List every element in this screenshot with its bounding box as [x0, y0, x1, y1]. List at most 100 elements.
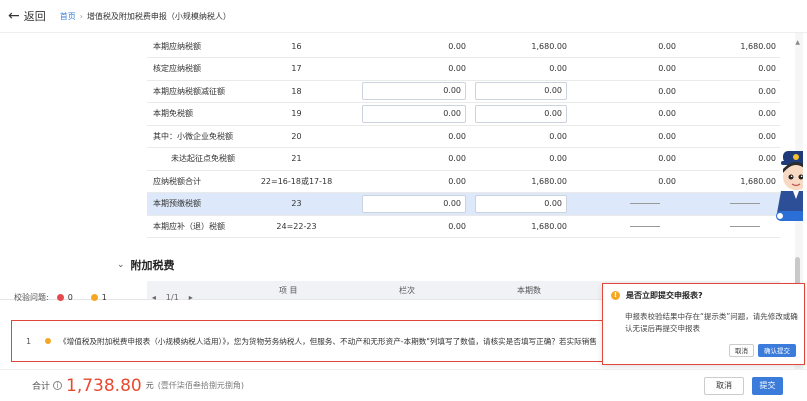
empty-dash [730, 203, 760, 205]
cell-value: 0.00 [470, 147, 571, 171]
cell-input[interactable]: 0.00 [475, 194, 567, 213]
empty-dash [730, 225, 760, 227]
pager-prev-icon[interactable]: ◂ [152, 293, 156, 302]
breadcrumb: 首页 › 增值税及附加税费申报（小规模纳税人） [60, 11, 231, 22]
popup-confirm-button[interactable]: 确认提交 [758, 344, 796, 357]
table-row: 本期免税额 19 0.00 0.00 0.00 0.00 [147, 102, 780, 126]
row-name: 其中：小微企业免税额 [147, 125, 244, 148]
validation-summary-row: 校验问题: 0 1 ◂ 1/1 ▸ [0, 287, 610, 307]
cell-value: 0.00 [680, 57, 780, 81]
row-name: 本期免税额 [147, 102, 244, 126]
row-number: 16 [244, 35, 349, 58]
cell-value: 0.00 [680, 147, 780, 171]
table-row: 其中：小微企业免税额 20 0.00 0.00 0.00 0.00 [147, 125, 780, 148]
row-name: 核定应纳税额 [147, 57, 244, 81]
issue-text: 《增值税及附加税费申报表（小规模纳税人适用）》，您为货物劳务纳税人，但服务、不动… [59, 336, 597, 346]
cell-value: 0.00 [349, 125, 470, 148]
row-number: 17 [244, 57, 349, 81]
info-icon[interactable]: i [53, 381, 63, 390]
breadcrumb-current: 增值税及附加税费申报（小规模纳税人） [86, 11, 231, 21]
submit-button[interactable]: 提交 [752, 377, 783, 395]
table-row-selected: 本期预缴税额 23 0.00 0.00 [147, 192, 780, 216]
pager-next-icon[interactable]: ▸ [189, 293, 193, 302]
cell-value: 0.00 [470, 57, 571, 81]
row-number: 20 [244, 125, 349, 148]
cell-input[interactable]: 0.00 [362, 104, 466, 123]
top-bar: ← 返回 首页 › 增值税及附加税费申报（小规模纳税人） [0, 0, 807, 33]
cell-input[interactable]: 0.00 [362, 82, 466, 101]
table-row: 应纳税额合计 22=16-18或17-18 0.00 1,680.00 0.00… [147, 170, 780, 193]
row-name: 应纳税额合计 [147, 170, 244, 193]
table-row: 本期应纳税额减征额 18 0.00 0.00 0.00 0.00 [147, 80, 780, 103]
cell-value: 0.00 [349, 57, 470, 81]
cell-value: 0.00 [349, 35, 470, 58]
total-unit: 元 [145, 381, 154, 390]
warning-dot-icon [45, 338, 52, 344]
section-header[interactable]: ⌄ 附加税费 [117, 257, 175, 273]
cell-value: 0.00 [571, 102, 680, 126]
row-number: 24=22-23 [244, 215, 349, 238]
issue-number: 1 [26, 336, 32, 346]
cell-value: 0.00 [349, 147, 470, 171]
row-number: 22=16-18或17-18 [244, 170, 349, 193]
cancel-button[interactable]: 取消 [704, 377, 744, 395]
breadcrumb-separator: › [79, 11, 83, 21]
cell-value: 0.00 [571, 147, 680, 171]
cell-value: 0.00 [680, 102, 780, 126]
cell-value: 0.00 [571, 80, 680, 103]
cell-value: 0.00 [680, 125, 780, 148]
validation-label: 校验问题: [14, 292, 49, 302]
cell-value: 0.00 [571, 57, 680, 81]
pager: ◂ 1/1 ▸ [147, 293, 198, 302]
table-row: 本期应补（退）税额 24=22-23 0.00 1,680.00 [147, 215, 780, 238]
table-row: 未达起征点免税额 21 0.00 0.00 0.00 0.00 [147, 147, 780, 171]
issue-item[interactable]: 1 《增值税及附加税费申报表（小规模纳税人适用）》，您为货物劳务纳税人，但服务、… [11, 320, 608, 362]
confirm-submit-popup: ! 是否立即提交申报表? 申报表校验结果中存在“提示类”问题，请先修改或确认无误… [602, 283, 805, 365]
table-row: 核定应纳税额 17 0.00 0.00 0.00 0.00 [147, 57, 780, 81]
popup-title: 是否立即提交申报表? [626, 291, 703, 300]
empty-dash [630, 203, 660, 205]
breadcrumb-home[interactable]: 首页 [60, 11, 76, 22]
warning-icon: ! [611, 291, 620, 300]
total-label: 合计 [32, 382, 51, 392]
cell-input[interactable]: 0.00 [475, 104, 567, 123]
row-name: 本期预缴税额 [147, 192, 244, 216]
row-name: 本期应纳税额减征额 [147, 80, 244, 103]
cell-input[interactable]: 0.00 [475, 82, 567, 101]
pager-text: 1/1 [165, 292, 179, 302]
row-number: 19 [244, 102, 349, 126]
row-number: 23 [244, 192, 349, 216]
warning-count[interactable]: 1 [102, 293, 107, 302]
arrow-left-icon: ← [8, 8, 20, 24]
row-name: 未达起征点免税额 [147, 147, 244, 171]
popup-body: 申报表校验结果中存在“提示类”问题，请先修改或确认无误后再提交申报表 [625, 312, 798, 333]
empty-dash [630, 225, 660, 227]
cell-value: 0.00 [349, 170, 470, 193]
cell-value: 1,680.00 [680, 35, 780, 58]
cell-value: 0.00 [571, 35, 680, 58]
cell-value: 1,680.00 [470, 170, 571, 193]
chevron-down-icon: ⌄ [117, 260, 125, 270]
section-title: 附加税费 [130, 259, 175, 272]
cell-value: 0.00 [571, 170, 680, 193]
total-value: 1,738.80 [66, 375, 142, 396]
cell-value: 0.00 [349, 215, 470, 238]
scroll-up-icon[interactable]: ▲ [795, 39, 800, 46]
error-dot-icon [56, 293, 64, 301]
cell-input[interactable]: 0.00 [362, 194, 466, 213]
warning-dot-icon [90, 293, 98, 301]
cell-value: 0.00 [571, 125, 680, 148]
tax-table: 本期应纳税额 16 0.00 1,680.00 0.00 1,680.00 核定… [147, 35, 780, 238]
cell-value: 1,680.00 [470, 215, 571, 238]
back-button[interactable]: ← 返回 [8, 8, 46, 24]
row-number: 18 [244, 80, 349, 103]
row-number: 21 [244, 147, 349, 171]
cell-value: 1,680.00 [680, 170, 780, 193]
back-label: 返回 [23, 10, 46, 23]
total-in-words: (壹仟柒佰叁拾捌元捌角) [157, 381, 244, 390]
table-row: 本期应纳税额 16 0.00 1,680.00 0.00 1,680.00 [147, 35, 780, 58]
popup-cancel-button[interactable]: 取消 [729, 344, 754, 357]
error-count[interactable]: 0 [68, 293, 73, 302]
row-name: 本期应纳税额 [147, 35, 244, 58]
mascot-avatar[interactable] [775, 151, 803, 223]
